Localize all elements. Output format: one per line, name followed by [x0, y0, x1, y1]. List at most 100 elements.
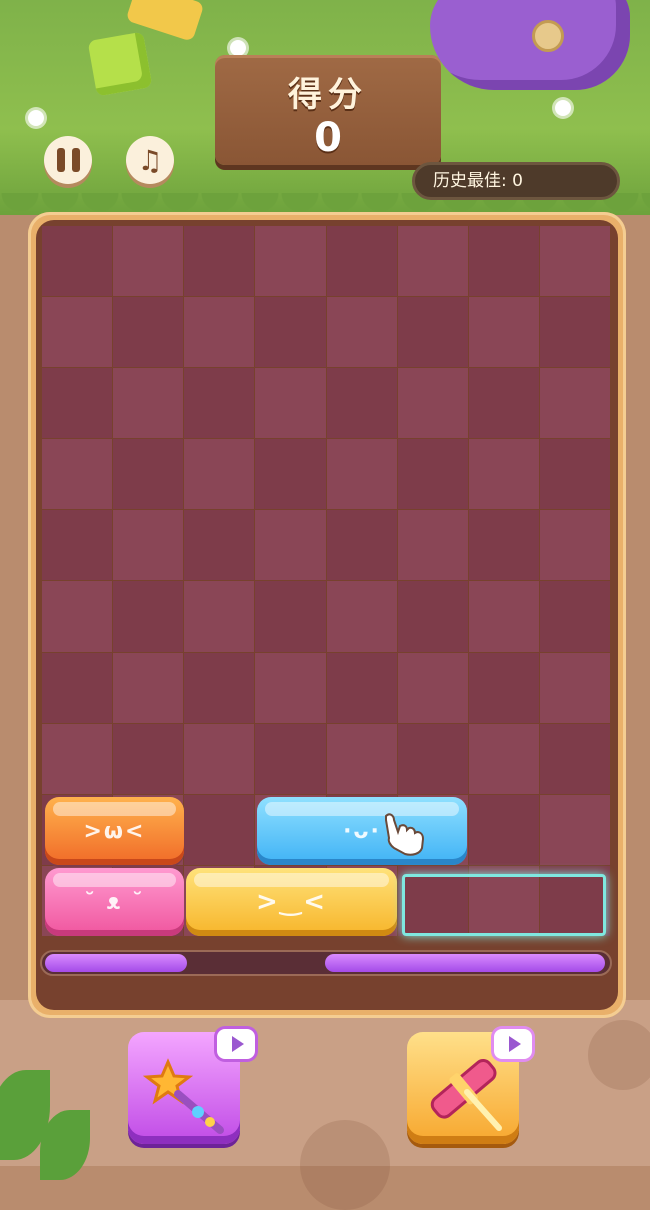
purple-creature-decoration	[430, 0, 630, 90]
board-cell[interactable]	[255, 581, 326, 652]
board-cell[interactable]	[184, 368, 255, 439]
board-cell[interactable]	[326, 297, 397, 368]
board-cell[interactable]	[397, 652, 468, 723]
board-cell[interactable]	[42, 581, 113, 652]
pointer-hand-icon	[385, 813, 425, 856]
jelly-block-pink[interactable]: ˘ ᴥ ˘	[45, 868, 184, 936]
board-cell[interactable]	[42, 439, 113, 510]
play-icon	[231, 1036, 244, 1052]
dirt-spot	[300, 1120, 390, 1210]
board-cell[interactable]	[113, 652, 184, 723]
board-cell[interactable]	[184, 510, 255, 581]
board-cell[interactable]	[255, 368, 326, 439]
board-cell[interactable]	[184, 439, 255, 510]
green-cube-decoration	[87, 31, 153, 97]
best-score-label: 历史最佳:	[433, 171, 507, 191]
board-cell[interactable]	[42, 368, 113, 439]
board-cell[interactable]	[468, 723, 539, 794]
board-cell[interactable]	[42, 297, 113, 368]
drop-target-highlight	[402, 874, 606, 936]
board-cell[interactable]	[113, 368, 184, 439]
board-cell[interactable]	[255, 226, 326, 297]
board-cell[interactable]	[255, 297, 326, 368]
board-cell[interactable]	[397, 581, 468, 652]
board-cell[interactable]	[113, 439, 184, 510]
flower-decoration	[230, 40, 246, 56]
board-cell[interactable]	[113, 510, 184, 581]
board-cell[interactable]	[397, 510, 468, 581]
flower-decoration	[555, 100, 571, 116]
board-cell[interactable]	[468, 368, 539, 439]
board-cell[interactable]	[468, 581, 539, 652]
board-cell[interactable]	[468, 226, 539, 297]
board-cell[interactable]	[113, 723, 184, 794]
board-cell[interactable]	[326, 510, 397, 581]
jelly-block-orange[interactable]: >ω<	[45, 797, 184, 865]
music-note-icon: ♫	[137, 143, 163, 177]
board-cell[interactable]	[184, 297, 255, 368]
board-cell[interactable]	[184, 723, 255, 794]
dirt-spot	[588, 1020, 650, 1090]
board-cell[interactable]	[539, 652, 610, 723]
score-value: 0	[314, 115, 342, 161]
board-cell[interactable]	[42, 510, 113, 581]
progress-fill-right	[325, 954, 605, 972]
watch-ad-badge[interactable]	[217, 1029, 255, 1059]
best-score-badge: 历史最佳: 0	[412, 162, 620, 200]
board-cell[interactable]	[539, 723, 610, 794]
board-cell[interactable]	[397, 368, 468, 439]
board-cell[interactable]	[397, 439, 468, 510]
jelly-face: >ω<	[83, 818, 146, 844]
board-cell[interactable]	[326, 652, 397, 723]
flower-decoration	[28, 110, 44, 126]
board-cell[interactable]	[255, 510, 326, 581]
jelly-face: >‿<	[255, 887, 328, 917]
board-cell[interactable]	[113, 226, 184, 297]
board-cell[interactable]	[326, 581, 397, 652]
board-cell[interactable]	[184, 794, 255, 865]
score-sign: 得分 0	[215, 55, 441, 165]
board-cell[interactable]	[539, 794, 610, 865]
board-cell[interactable]	[539, 581, 610, 652]
board-cell[interactable]	[42, 226, 113, 297]
board-cell[interactable]	[468, 794, 539, 865]
watch-ad-badge[interactable]	[494, 1029, 532, 1059]
board-cell[interactable]	[539, 439, 610, 510]
board-cell[interactable]	[326, 723, 397, 794]
board-cell[interactable]	[468, 439, 539, 510]
board-cell[interactable]	[255, 439, 326, 510]
board-cell[interactable]	[184, 652, 255, 723]
board-cell[interactable]	[255, 723, 326, 794]
board-cell[interactable]	[184, 226, 255, 297]
progress-fill-left	[45, 954, 187, 972]
board-cell[interactable]	[539, 368, 610, 439]
board-cell[interactable]	[539, 226, 610, 297]
board-cell[interactable]	[468, 652, 539, 723]
board-cell[interactable]	[397, 723, 468, 794]
board-cell[interactable]	[42, 723, 113, 794]
board-cell[interactable]	[326, 368, 397, 439]
progress-track	[40, 950, 612, 976]
board-cell[interactable]	[326, 439, 397, 510]
board-cell[interactable]	[326, 226, 397, 297]
jelly-block-blue[interactable]: ·ᴗ·	[257, 797, 467, 865]
jelly-face: ·ᴗ·	[343, 818, 381, 844]
pause-button[interactable]	[44, 136, 92, 184]
board-cell[interactable]	[539, 510, 610, 581]
board-cell[interactable]	[539, 297, 610, 368]
board-cell[interactable]	[113, 297, 184, 368]
best-score-value: 0	[512, 171, 523, 191]
board-cell[interactable]	[184, 581, 255, 652]
jelly-face: ˘ ᴥ ˘	[84, 890, 145, 915]
board-cell[interactable]	[42, 652, 113, 723]
board-cell[interactable]	[468, 297, 539, 368]
play-icon	[508, 1036, 521, 1052]
pause-icon	[56, 148, 80, 172]
board-cell[interactable]	[113, 581, 184, 652]
board-cell[interactable]	[255, 652, 326, 723]
board-cell[interactable]	[397, 226, 468, 297]
jelly-block-yellow[interactable]: >‿<	[186, 868, 397, 936]
music-button[interactable]: ♫	[126, 136, 174, 184]
board-cell[interactable]	[397, 297, 468, 368]
board-cell[interactable]	[468, 510, 539, 581]
